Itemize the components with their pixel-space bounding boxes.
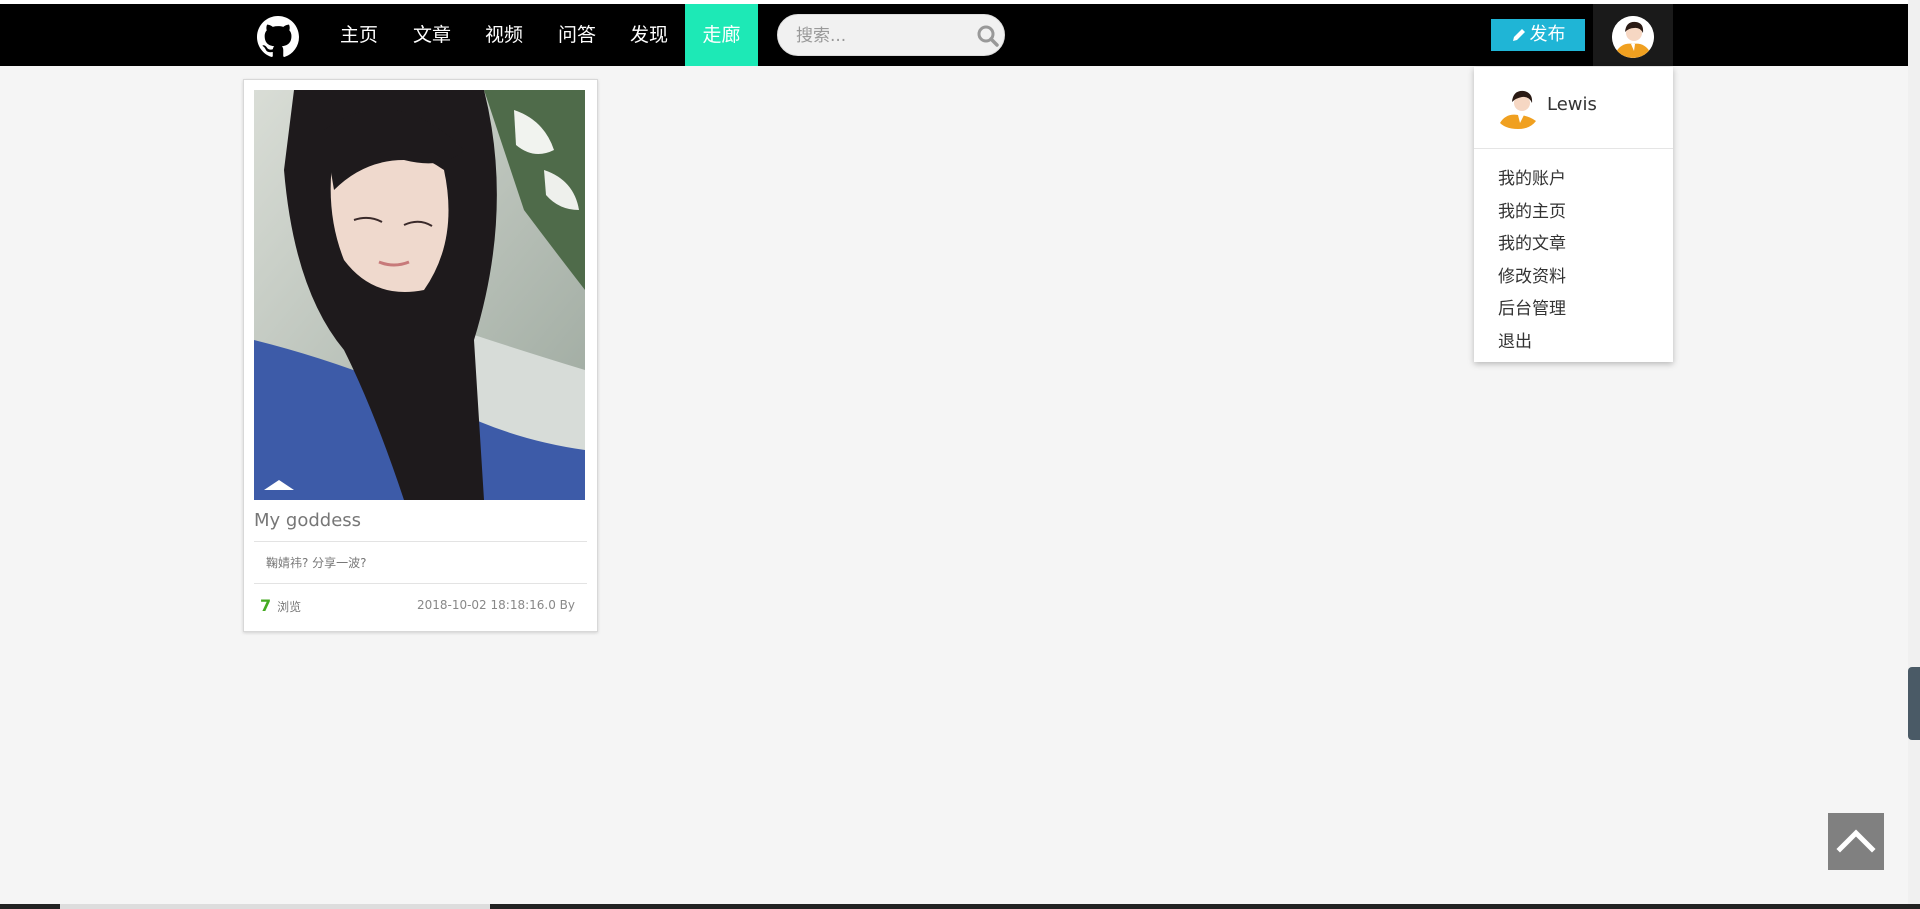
chevron-up-icon: [1836, 829, 1876, 853]
nav-item-home[interactable]: 主页: [325, 4, 393, 66]
pencil-icon: [1512, 29, 1525, 41]
user-avatar-button[interactable]: [1593, 4, 1673, 66]
nav-item-qa[interactable]: 问答: [543, 4, 611, 66]
card-date: 2018-10-02 18:18:16.0 By: [416, 598, 575, 612]
card-views: 7 浏览: [260, 596, 301, 615]
avatar: [1612, 16, 1654, 58]
menu-item-my-articles[interactable]: 我的文章: [1498, 228, 1566, 261]
views-count: 7: [260, 596, 272, 615]
scrollbar-track[interactable]: [1908, 0, 1920, 909]
side-grip-handle[interactable]: [1908, 667, 1920, 740]
nav-item-videos[interactable]: 视频: [470, 4, 538, 66]
card-image[interactable]: [254, 90, 585, 500]
navbar: 主页 文章 视频 问答 发现 走廊 发布: [0, 4, 1908, 66]
avatar: [1500, 90, 1536, 129]
github-icon[interactable]: [257, 16, 299, 58]
menu-item-my-account[interactable]: 我的账户: [1498, 163, 1566, 196]
nav-item-gallery[interactable]: 走廊: [685, 4, 758, 66]
dropdown-menu-list: 我的账户 我的主页 我的文章 修改资料 后台管理 退出: [1498, 163, 1566, 358]
menu-item-logout[interactable]: 退出: [1498, 326, 1566, 359]
publish-button[interactable]: 发布: [1491, 19, 1585, 51]
nav-item-articles[interactable]: 文章: [398, 4, 466, 66]
card-description: 鞠婧祎? 分享一波?: [266, 556, 367, 570]
search-box: [777, 14, 1005, 57]
gallery-card[interactable]: My goddess 鞠婧祎? 分享一波? 7 浏览 2018-10-02 18:…: [243, 79, 598, 632]
search-input[interactable]: [794, 15, 968, 57]
back-to-top-button[interactable]: [1828, 813, 1884, 870]
card-title[interactable]: My goddess: [254, 510, 361, 531]
menu-item-my-homepage[interactable]: 我的主页: [1498, 196, 1566, 229]
bottom-strip-segment: [60, 904, 490, 909]
bottom-strip: [0, 904, 1920, 909]
search-icon[interactable]: [976, 24, 1000, 48]
views-label: 浏览: [277, 600, 302, 614]
user-dropdown-menu: Lewis 我的账户 我的主页 我的文章 修改资料 后台管理 退出: [1474, 67, 1673, 362]
card-divider: [254, 583, 587, 584]
card-divider: [254, 541, 587, 542]
menu-item-edit-profile[interactable]: 修改资料: [1498, 261, 1566, 294]
dropdown-username: Lewis: [1547, 94, 1597, 115]
dropdown-user-header[interactable]: Lewis: [1474, 67, 1673, 149]
nav-item-discover[interactable]: 发现: [615, 4, 683, 66]
publish-label: 发布: [1529, 24, 1566, 45]
menu-item-admin[interactable]: 后台管理: [1498, 293, 1566, 326]
